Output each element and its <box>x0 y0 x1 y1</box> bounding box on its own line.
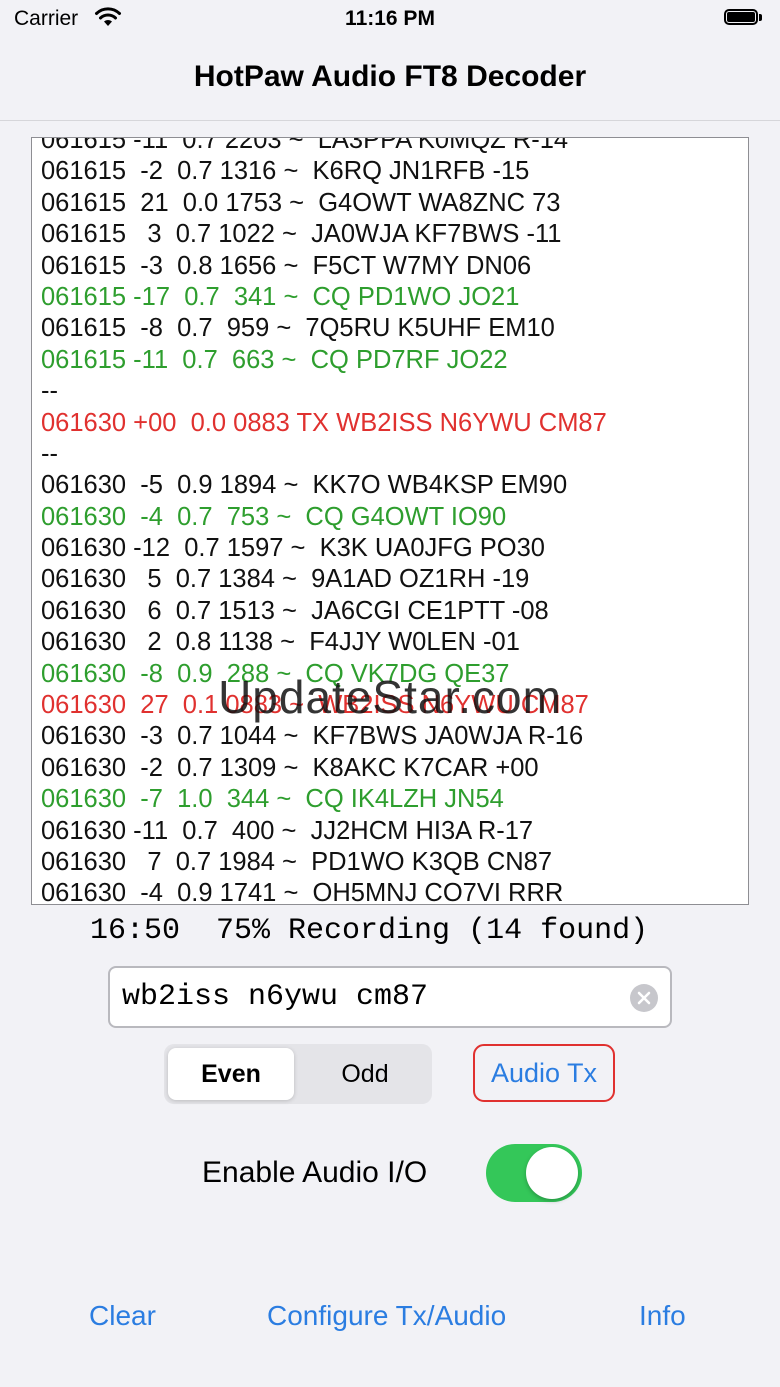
watermark: UpdateStar.com <box>218 671 562 723</box>
tx-message-field[interactable]: wb2iss n6ywu cm87 <box>108 966 672 1028</box>
log-line: 061630 6 0.7 1513 ~ JA6CGI CE1PTT -08 <box>41 596 549 625</box>
navigation-bar: HotPaw Audio FT8 Decoder <box>0 40 780 121</box>
log-line: 061630 -7 1.0 344 ~ CQ IK4LZH JN54 <box>41 785 504 814</box>
audio-io-toggle[interactable] <box>486 1144 582 1202</box>
toggle-knob <box>526 1147 578 1199</box>
log-line: 061630 -12 0.7 1597 ~ K3K UA0JFG PO30 <box>41 534 545 563</box>
status-bar: Carrier 11:16 PM <box>0 0 780 40</box>
log-line: 061615 -11 0.7 663 ~ CQ PD7RF JO22 <box>41 345 508 374</box>
log-line: 061615 -8 0.7 959 ~ 7Q5RU K5UHF EM10 <box>41 314 555 343</box>
log-line: 061615 -17 0.7 341 ~ CQ PD1WO JO21 <box>41 282 520 311</box>
decode-log[interactable]: 061615 -11 0.7 2203 ~ LA3PPA K0MQZ R-14 0… <box>31 137 749 905</box>
audio-io-label: Enable Audio I/O <box>202 1156 428 1189</box>
log-line: 061630 5 0.7 1384 ~ 9A1AD OZ1RH -19 <box>41 565 530 594</box>
page-title: HotPaw Audio FT8 Decoder <box>193 60 587 93</box>
log-line: 061615 21 0.0 1753 ~ G4OWT WA8ZNC 73 <box>41 188 561 217</box>
slot-segmented-control[interactable]: Even Odd <box>164 1044 432 1104</box>
log-line: 061615 -3 0.8 1656 ~ F5CT W7MY DN06 <box>41 251 532 280</box>
clear-button[interactable]: Clear <box>89 1300 156 1332</box>
segment-odd[interactable]: Odd <box>302 1048 428 1100</box>
recording-status: 16:50 75% Recording (14 found) <box>90 914 649 948</box>
log-line: -- <box>41 439 58 468</box>
log-line: 061615 -2 0.7 1316 ~ K6RQ JN1RFB -15 <box>41 157 530 186</box>
log-line: 061630 -5 0.9 1894 ~ KK7O WB4KSP EM90 <box>41 471 568 500</box>
audio-tx-button[interactable]: Audio Tx <box>473 1044 615 1102</box>
log-line: 061615 3 0.7 1022 ~ JA0WJA KF7BWS -11 <box>41 220 562 249</box>
tx-message-value[interactable]: wb2iss n6ywu cm87 <box>122 980 428 1014</box>
log-line: 061630 -3 0.7 1044 ~ KF7BWS JA0WJA R-16 <box>41 722 584 751</box>
log-line: 061630 -4 0.7 753 ~ CQ G4OWT IO90 <box>41 502 507 531</box>
configure-tx-audio-button[interactable]: Configure Tx/Audio <box>267 1300 506 1332</box>
log-line: 061630 -11 0.7 400 ~ JJ2HCM HI3A R-17 <box>41 816 534 845</box>
log-line: 061630 -4 0.9 1741 ~ OH5MNJ CO7VI RRR <box>41 879 564 905</box>
segment-even[interactable]: Even <box>168 1048 294 1100</box>
log-line: 061630 2 0.8 1138 ~ F4JJY W0LEN -01 <box>41 628 520 657</box>
log-line: 061630 +00 0.0 0883 TX WB2ISS N6YWU CM87 <box>41 408 607 437</box>
decode-log-lines: 061615 -11 0.7 2203 ~ LA3PPA K0MQZ R-14 0… <box>41 137 607 905</box>
battery-icon <box>724 9 764 27</box>
log-line: 061630 7 0.7 1984 ~ PD1WO K3QB CN87 <box>41 847 553 876</box>
log-line: -- <box>41 377 58 406</box>
log-line: 061630 -2 0.7 1309 ~ K8AKC K7CAR +00 <box>41 753 539 782</box>
status-time: 11:16 PM <box>345 7 435 30</box>
clear-x-icon[interactable] <box>630 984 658 1012</box>
info-button[interactable]: Info <box>639 1300 686 1332</box>
log-line: 061615 -11 0.7 2203 ~ LA3PPA K0MQZ R-14 <box>41 137 569 154</box>
